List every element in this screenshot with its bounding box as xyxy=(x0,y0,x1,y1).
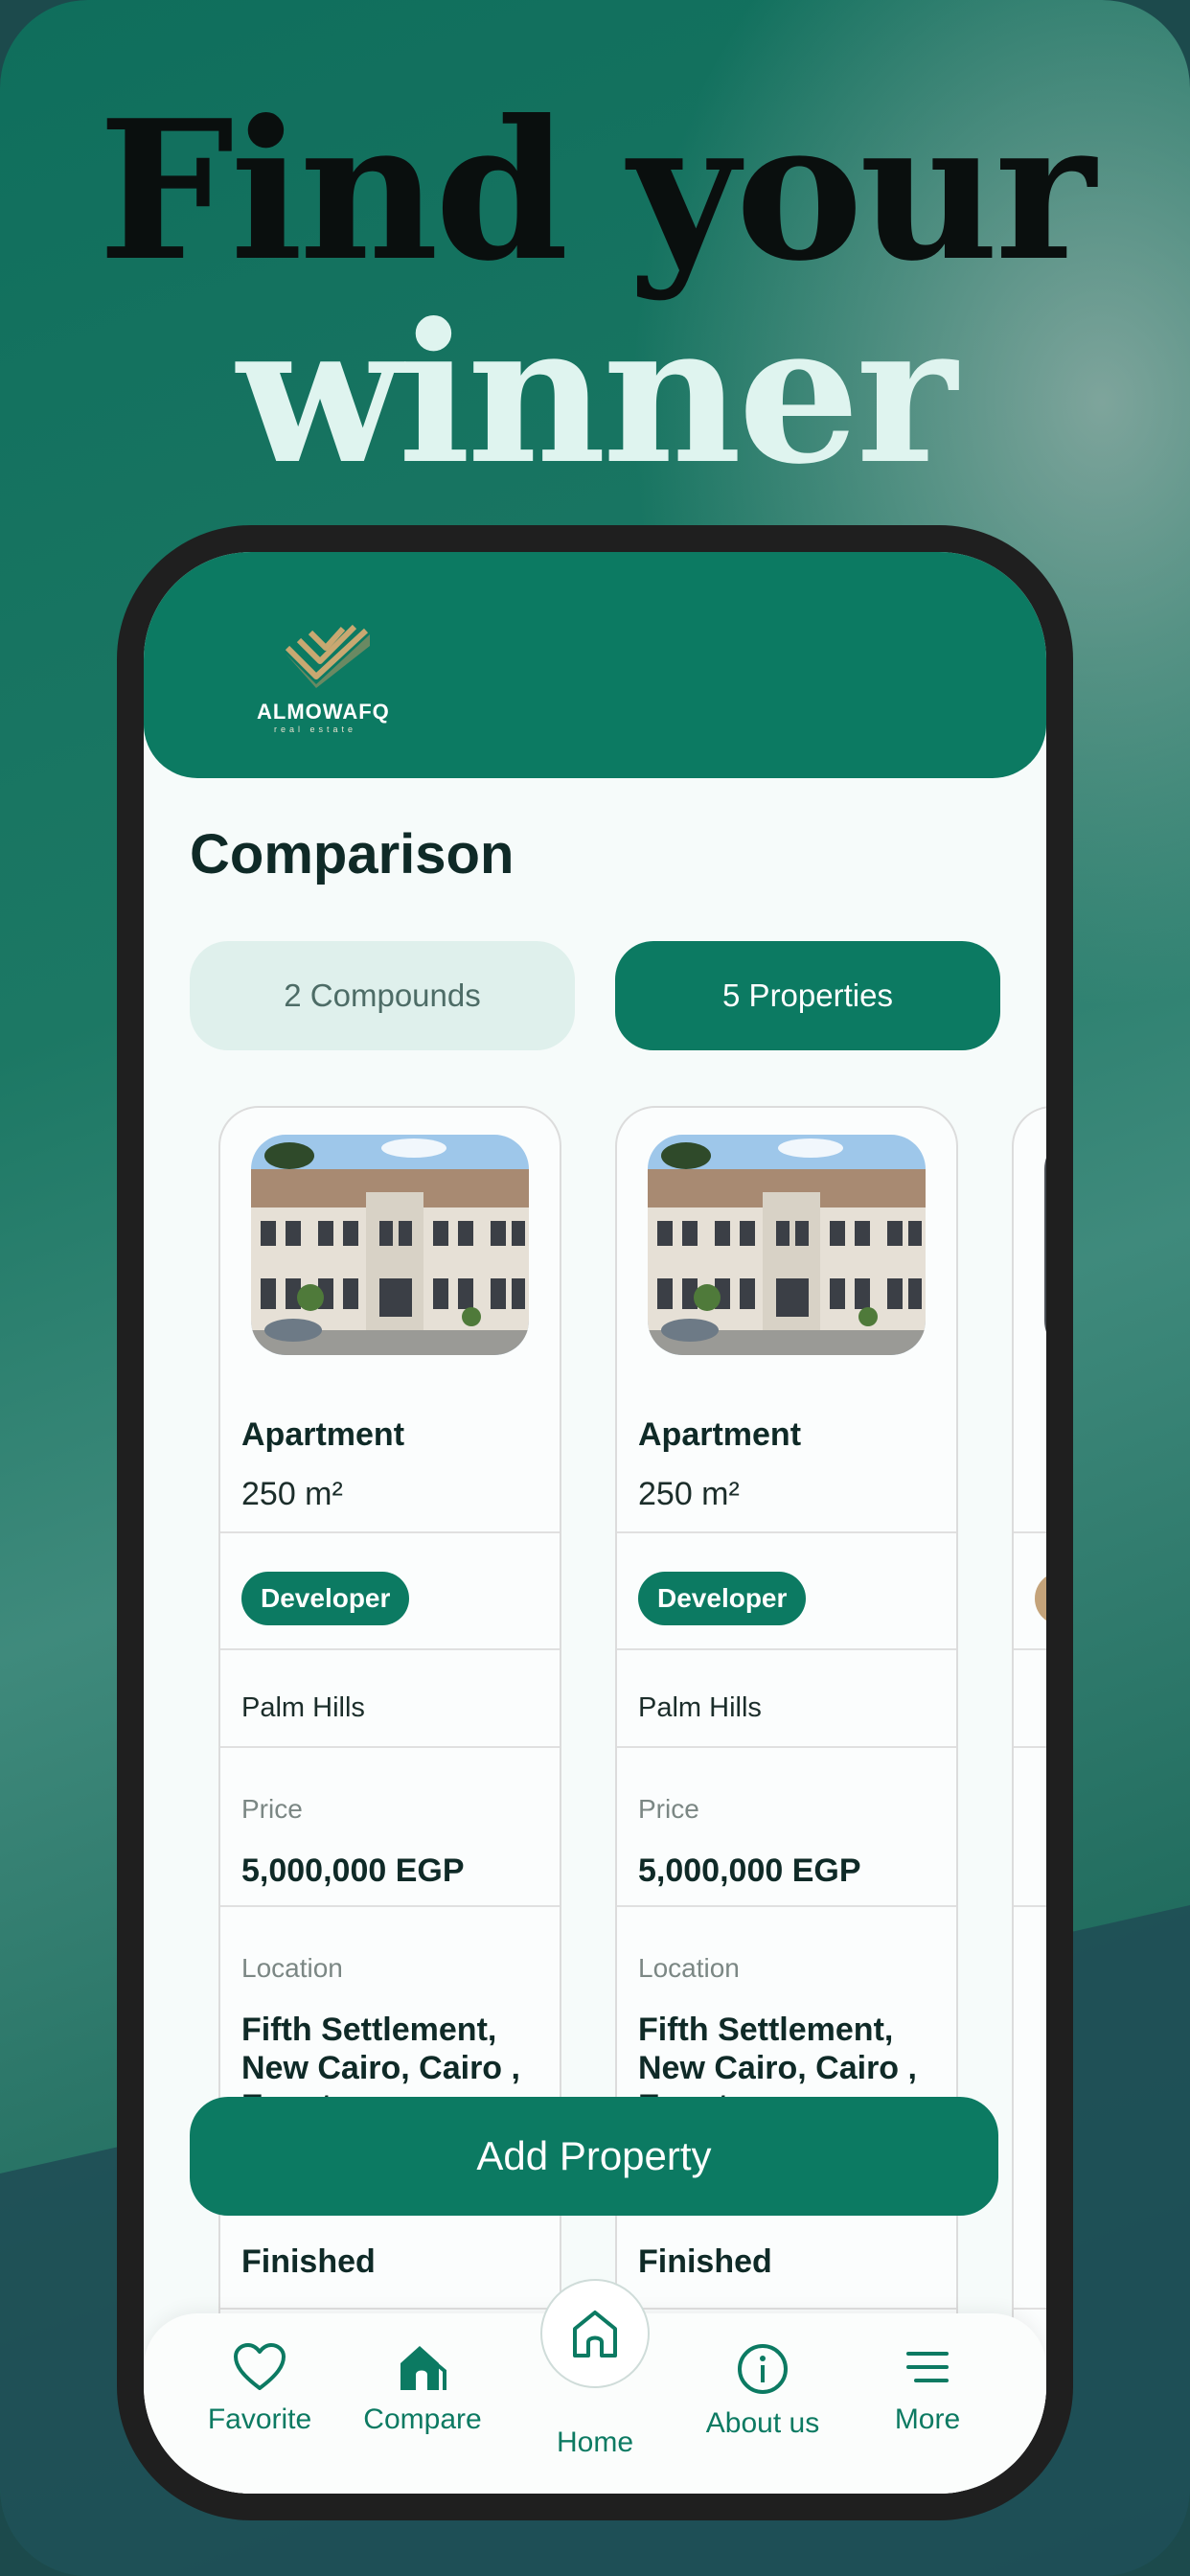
compare-home-icon xyxy=(400,2346,446,2390)
property-card[interactable]: Apartment 250 m² Developer Palm Hills Pr… xyxy=(615,1106,958,2494)
app-screen: ALMOWAFQ real estate Comparison 2 Compou… xyxy=(144,552,1046,2494)
price-value: 5,000,000 EGP xyxy=(241,1852,465,1889)
divider xyxy=(617,2308,956,2310)
headline-line-2: winner xyxy=(237,282,957,507)
app-header: ALMOWAFQ real estate xyxy=(144,552,1046,778)
price-label: Price xyxy=(638,1794,699,1824)
divider xyxy=(1014,1905,1046,1907)
divider xyxy=(220,1531,560,1533)
townhouse-image xyxy=(251,1135,529,1355)
divider xyxy=(220,1648,560,1650)
info-icon xyxy=(738,2344,788,2394)
nav-home-label: Home xyxy=(556,2426,634,2458)
brand-name: ALMOWAFQ xyxy=(257,700,390,724)
divider xyxy=(1014,1531,1046,1533)
developer-badge: Developer xyxy=(638,1572,807,1625)
townhouse-image xyxy=(648,1135,926,1355)
nav-home[interactable] xyxy=(540,2279,650,2388)
nav-favorite-label: Favorite xyxy=(207,2404,312,2435)
bottom-navigation: Favorite Compare Home About us More xyxy=(144,2279,1046,2494)
comparison-cards[interactable]: Apartment 250 m² Developer Palm Hills Pr… xyxy=(218,1106,1046,2494)
phone-frame: ALMOWAFQ real estate Comparison 2 Compou… xyxy=(117,525,1073,2520)
divider xyxy=(220,2308,560,2310)
home-icon xyxy=(573,2311,617,2358)
developer-logo-badge xyxy=(1035,1572,1046,1625)
property-photo xyxy=(251,1135,529,1355)
divider xyxy=(617,1648,956,1650)
developer-name: Palm Hills xyxy=(241,1692,365,1723)
divider xyxy=(1014,1648,1046,1650)
nav-compare[interactable]: Compare xyxy=(353,2313,492,2494)
page-title: Comparison xyxy=(190,823,515,886)
menu-icon xyxy=(906,2352,949,2382)
nav-more[interactable]: More xyxy=(862,2313,993,2494)
property-type: Apartment xyxy=(241,1416,405,1453)
property-card-partial[interactable] xyxy=(1012,1106,1046,2494)
location-label: Location xyxy=(638,1953,740,1983)
developer-badge: Developer xyxy=(241,1572,410,1625)
property-area: 250 m² xyxy=(241,1476,343,1512)
property-type: Apartment xyxy=(638,1416,802,1453)
price-label: Price xyxy=(241,1794,303,1824)
divider xyxy=(1014,1746,1046,1748)
property-card[interactable]: Apartment 250 m² Developer Palm Hills Pr… xyxy=(218,1106,561,2494)
divider xyxy=(220,1905,560,1907)
property-photo xyxy=(648,1135,926,1355)
nav-about[interactable]: About us xyxy=(696,2313,830,2494)
developer-name: Palm Hills xyxy=(638,1692,762,1723)
nav-more-label: More xyxy=(894,2404,961,2435)
nav-compare-label: Compare xyxy=(363,2404,482,2435)
divider xyxy=(1014,2308,1046,2310)
promo-screen: Find your winner ALMOWAFQ real estate Co… xyxy=(0,0,1190,2576)
brand-logo-icon xyxy=(285,624,370,688)
finishing-value: Finished xyxy=(241,2243,376,2280)
heart-icon xyxy=(234,2343,286,2390)
property-area: 250 m² xyxy=(638,1476,740,1512)
nav-about-label: About us xyxy=(705,2407,820,2439)
headline-line-1: Find your xyxy=(98,79,1095,304)
tab-properties[interactable]: 5 Properties xyxy=(615,941,1000,1050)
promo-headline: Find your winner xyxy=(0,96,1190,491)
brand-tagline: real estate xyxy=(274,724,357,734)
property-photo xyxy=(1044,1135,1046,1355)
divider xyxy=(617,1746,956,1748)
price-value: 5,000,000 EGP xyxy=(638,1852,861,1889)
divider xyxy=(220,1746,560,1748)
tab-compounds[interactable]: 2 Compounds xyxy=(190,941,575,1050)
divider xyxy=(617,1531,956,1533)
add-property-button[interactable]: Add Property xyxy=(190,2097,998,2216)
nav-favorite[interactable]: Favorite xyxy=(190,2313,330,2494)
finishing-value: Finished xyxy=(638,2243,772,2280)
divider xyxy=(617,1905,956,1907)
location-label: Location xyxy=(241,1953,343,1983)
